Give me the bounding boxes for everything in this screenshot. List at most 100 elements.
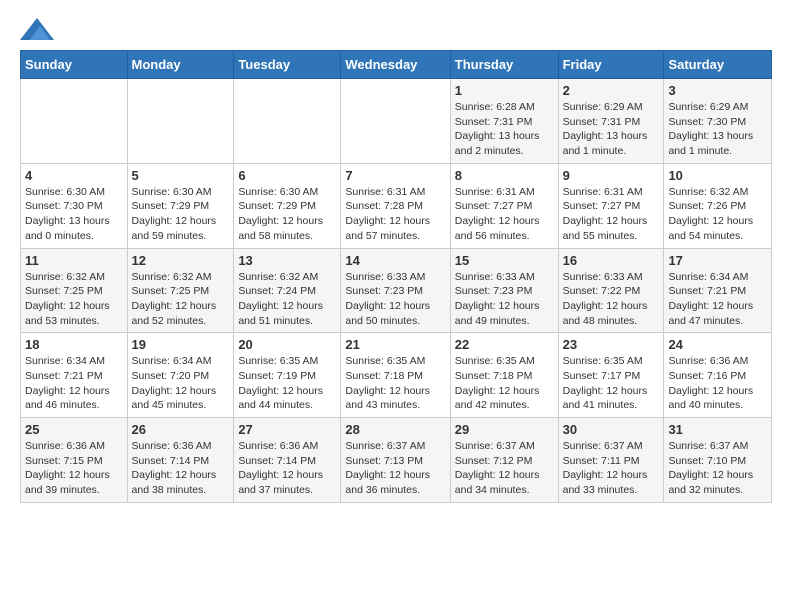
day-info: Sunrise: 6:35 AMSunset: 7:18 PMDaylight:…	[345, 354, 445, 413]
day-info: Sunrise: 6:32 AMSunset: 7:25 PMDaylight:…	[132, 270, 230, 329]
day-cell-4: 4 Sunrise: 6:30 AMSunset: 7:30 PMDaylight…	[21, 163, 128, 248]
day-info: Sunrise: 6:34 AMSunset: 7:21 PMDaylight:…	[668, 270, 767, 329]
week-row-1: 1 Sunrise: 6:28 AMSunset: 7:31 PMDaylight…	[21, 79, 772, 164]
day-cell-31: 31 Sunrise: 6:37 AMSunset: 7:10 PMDayligh…	[664, 418, 772, 503]
calendar-header-row: SundayMondayTuesdayWednesdayThursdayFrid…	[21, 51, 772, 79]
day-cell-30: 30 Sunrise: 6:37 AMSunset: 7:11 PMDayligh…	[558, 418, 664, 503]
day-number: 21	[345, 337, 445, 352]
day-number: 9	[563, 168, 660, 183]
day-info: Sunrise: 6:34 AMSunset: 7:20 PMDaylight:…	[132, 354, 230, 413]
day-number: 20	[238, 337, 336, 352]
day-number: 1	[455, 83, 554, 98]
day-cell-8: 8 Sunrise: 6:31 AMSunset: 7:27 PMDaylight…	[450, 163, 558, 248]
day-cell-27: 27 Sunrise: 6:36 AMSunset: 7:14 PMDayligh…	[234, 418, 341, 503]
day-number: 31	[668, 422, 767, 437]
day-cell-13: 13Sunrise: 6:32 AMSunset: 7:24 PMDayligh…	[234, 248, 341, 333]
day-cell-19: 19 Sunrise: 6:34 AMSunset: 7:20 PMDayligh…	[127, 333, 234, 418]
day-cell-9: 9 Sunrise: 6:31 AMSunset: 7:27 PMDaylight…	[558, 163, 664, 248]
calendar-table: SundayMondayTuesdayWednesdayThursdayFrid…	[20, 50, 772, 503]
day-number: 14	[345, 253, 445, 268]
day-number: 11	[25, 253, 123, 268]
day-number: 29	[455, 422, 554, 437]
day-info: Sunrise: 6:36 AMSunset: 7:15 PMDaylight:…	[25, 439, 123, 498]
day-cell-1: 1 Sunrise: 6:28 AMSunset: 7:31 PMDaylight…	[450, 79, 558, 164]
page-header	[20, 20, 772, 40]
day-number: 2	[563, 83, 660, 98]
day-number: 7	[345, 168, 445, 183]
day-cell-15: 15 Sunrise: 6:33 AMSunset: 7:23 PMDayligh…	[450, 248, 558, 333]
day-cell-17: 17 Sunrise: 6:34 AMSunset: 7:21 PMDayligh…	[664, 248, 772, 333]
day-info: Sunrise: 6:36 AMSunset: 7:14 PMDaylight:…	[238, 439, 336, 498]
day-info: Sunrise: 6:37 AMSunset: 7:10 PMDaylight:…	[668, 439, 767, 498]
day-number: 30	[563, 422, 660, 437]
day-info: Sunrise: 6:33 AMSunset: 7:23 PMDaylight:…	[455, 270, 554, 329]
logo-icon	[20, 18, 54, 40]
day-number: 27	[238, 422, 336, 437]
day-cell-empty-2	[234, 79, 341, 164]
day-number: 24	[668, 337, 767, 352]
week-row-5: 25 Sunrise: 6:36 AMSunset: 7:15 PMDayligh…	[21, 418, 772, 503]
day-header-sunday: Sunday	[21, 51, 128, 79]
day-header-monday: Monday	[127, 51, 234, 79]
day-info: Sunrise: 6:35 AMSunset: 7:17 PMDaylight:…	[563, 354, 660, 413]
day-number: 25	[25, 422, 123, 437]
day-number: 19	[132, 337, 230, 352]
day-header-friday: Friday	[558, 51, 664, 79]
day-cell-empty-0	[21, 79, 128, 164]
day-info: Sunrise: 6:36 AMSunset: 7:16 PMDaylight:…	[668, 354, 767, 413]
week-row-3: 11 Sunrise: 6:32 AMSunset: 7:25 PMDayligh…	[21, 248, 772, 333]
day-info: Sunrise: 6:30 AMSunset: 7:29 PMDaylight:…	[238, 185, 336, 244]
day-info: Sunrise: 6:36 AMSunset: 7:14 PMDaylight:…	[132, 439, 230, 498]
day-info: Sunrise: 6:34 AMSunset: 7:21 PMDaylight:…	[25, 354, 123, 413]
day-cell-20: 20 Sunrise: 6:35 AMSunset: 7:19 PMDayligh…	[234, 333, 341, 418]
day-info: Sunrise: 6:35 AMSunset: 7:18 PMDaylight:…	[455, 354, 554, 413]
day-number: 8	[455, 168, 554, 183]
day-info: Sunrise: 6:32 AMSunset: 7:25 PMDaylight:…	[25, 270, 123, 329]
day-info: Sunrise: 6:37 AMSunset: 7:11 PMDaylight:…	[563, 439, 660, 498]
day-number: 10	[668, 168, 767, 183]
day-cell-25: 25 Sunrise: 6:36 AMSunset: 7:15 PMDayligh…	[21, 418, 128, 503]
day-header-saturday: Saturday	[664, 51, 772, 79]
day-number: 5	[132, 168, 230, 183]
day-number: 12	[132, 253, 230, 268]
day-cell-21: 21 Sunrise: 6:35 AMSunset: 7:18 PMDayligh…	[341, 333, 450, 418]
day-cell-empty-1	[127, 79, 234, 164]
day-info: Sunrise: 6:37 AMSunset: 7:12 PMDaylight:…	[455, 439, 554, 498]
day-info: Sunrise: 6:28 AMSunset: 7:31 PMDaylight:…	[455, 100, 554, 159]
day-cell-28: 28Sunrise: 6:37 AMSunset: 7:13 PMDayligh…	[341, 418, 450, 503]
day-header-tuesday: Tuesday	[234, 51, 341, 79]
day-number: 28	[345, 422, 445, 437]
day-cell-empty-3	[341, 79, 450, 164]
day-cell-24: 24 Sunrise: 6:36 AMSunset: 7:16 PMDayligh…	[664, 333, 772, 418]
day-info: Sunrise: 6:31 AMSunset: 7:28 PMDaylight:…	[345, 185, 445, 244]
day-cell-16: 16Sunrise: 6:33 AMSunset: 7:22 PMDayligh…	[558, 248, 664, 333]
day-info: Sunrise: 6:33 AMSunset: 7:22 PMDaylight:…	[563, 270, 660, 329]
day-number: 6	[238, 168, 336, 183]
day-number: 18	[25, 337, 123, 352]
day-cell-3: 3 Sunrise: 6:29 AMSunset: 7:30 PMDaylight…	[664, 79, 772, 164]
day-cell-2: 2Sunrise: 6:29 AMSunset: 7:31 PMDaylight…	[558, 79, 664, 164]
day-info: Sunrise: 6:35 AMSunset: 7:19 PMDaylight:…	[238, 354, 336, 413]
day-number: 26	[132, 422, 230, 437]
day-cell-11: 11 Sunrise: 6:32 AMSunset: 7:25 PMDayligh…	[21, 248, 128, 333]
day-number: 4	[25, 168, 123, 183]
logo	[20, 20, 54, 40]
day-cell-12: 12 Sunrise: 6:32 AMSunset: 7:25 PMDayligh…	[127, 248, 234, 333]
day-number: 17	[668, 253, 767, 268]
day-cell-10: 10Sunrise: 6:32 AMSunset: 7:26 PMDayligh…	[664, 163, 772, 248]
day-info: Sunrise: 6:29 AMSunset: 7:30 PMDaylight:…	[668, 100, 767, 159]
day-number: 23	[563, 337, 660, 352]
day-info: Sunrise: 6:33 AMSunset: 7:23 PMDaylight:…	[345, 270, 445, 329]
week-row-2: 4 Sunrise: 6:30 AMSunset: 7:30 PMDaylight…	[21, 163, 772, 248]
day-cell-7: 7 Sunrise: 6:31 AMSunset: 7:28 PMDaylight…	[341, 163, 450, 248]
day-number: 13	[238, 253, 336, 268]
day-cell-26: 26 Sunrise: 6:36 AMSunset: 7:14 PMDayligh…	[127, 418, 234, 503]
day-number: 15	[455, 253, 554, 268]
day-info: Sunrise: 6:31 AMSunset: 7:27 PMDaylight:…	[563, 185, 660, 244]
day-cell-6: 6 Sunrise: 6:30 AMSunset: 7:29 PMDaylight…	[234, 163, 341, 248]
day-info: Sunrise: 6:31 AMSunset: 7:27 PMDaylight:…	[455, 185, 554, 244]
day-number: 3	[668, 83, 767, 98]
day-info: Sunrise: 6:30 AMSunset: 7:30 PMDaylight:…	[25, 185, 123, 244]
day-cell-29: 29 Sunrise: 6:37 AMSunset: 7:12 PMDayligh…	[450, 418, 558, 503]
day-info: Sunrise: 6:30 AMSunset: 7:29 PMDaylight:…	[132, 185, 230, 244]
